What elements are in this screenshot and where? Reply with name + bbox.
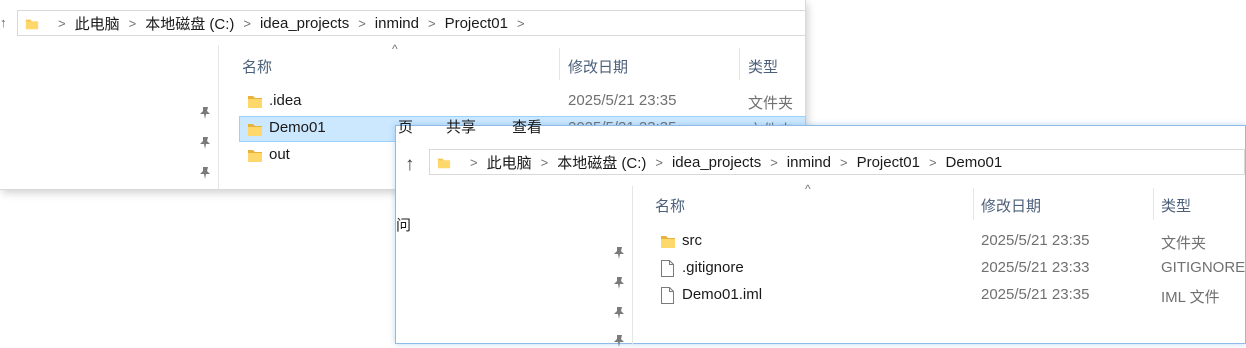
file-date: 2025/5/21 23:35 <box>981 286 1090 303</box>
breadcrumb-separator: > <box>839 154 848 170</box>
sort-caret-icon: ^ <box>805 182 811 196</box>
breadcrumb-this-pc[interactable]: 此电脑 <box>487 152 532 173</box>
pin-icon[interactable] <box>613 276 625 290</box>
file-date: 2025/5/21 23:35 <box>981 232 1090 249</box>
file-row[interactable]: .gitignore 2025/5/21 23:33 GITIGNORE <box>652 256 1246 282</box>
breadcrumb-separator: > <box>928 154 937 170</box>
breadcrumb-separator: > <box>128 15 137 31</box>
address-bar[interactable]: > 此电脑 > 本地磁盘 (C:) > idea_projects > inmi… <box>429 149 1245 175</box>
column-header-date[interactable]: 修改日期 <box>568 56 628 77</box>
breadcrumb-project01[interactable]: Project01 <box>857 154 920 171</box>
ribbon-tab-share[interactable]: 共享 <box>446 116 476 137</box>
nav-pane-fragment[interactable]: 问 <box>396 214 411 235</box>
folder-icon <box>25 19 39 29</box>
file-name: .idea <box>269 92 302 109</box>
folder-icon <box>437 158 451 168</box>
breadcrumb-separator: > <box>540 154 549 170</box>
breadcrumb-local-disk[interactable]: 本地磁盘 (C:) <box>145 13 234 34</box>
breadcrumb-idea-projects[interactable]: idea_projects <box>260 15 349 32</box>
file-row[interactable]: .idea 2025/5/21 23:35 文件夹 <box>239 89 806 115</box>
breadcrumb-project01[interactable]: Project01 <box>445 15 508 32</box>
pin-icon[interactable] <box>613 334 625 348</box>
file-type: 文件夹 <box>1161 235 1207 252</box>
ribbon-tab-view[interactable]: 查看 <box>512 116 542 137</box>
column-header-type[interactable]: 类型 <box>1161 195 1191 216</box>
file-date: 2025/5/21 23:33 <box>981 259 1090 276</box>
pin-icon[interactable] <box>199 106 211 120</box>
file-name: Demo01.iml <box>682 286 763 303</box>
file-type: 文件夹 <box>748 95 794 112</box>
column-header-type[interactable]: 类型 <box>748 56 778 77</box>
address-bar[interactable]: > 此电脑 > 本地磁盘 (C:) > idea_projects > inmi… <box>17 10 806 36</box>
pin-icon[interactable] <box>199 166 211 180</box>
file-icon <box>661 287 674 304</box>
pin-icon[interactable] <box>613 246 625 260</box>
explorer-window-demo01: 页 共享 查看 ↑ > 此电脑 > 本地磁盘 (C:) > idea_proje… <box>395 119 1246 347</box>
up-arrow-icon[interactable]: ↑ <box>0 15 7 30</box>
folder-icon <box>660 234 676 249</box>
breadcrumb-inmind[interactable]: inmind <box>375 15 419 32</box>
file-row[interactable]: src 2025/5/21 23:35 文件夹 <box>652 229 1246 255</box>
ribbon-tab-fragment[interactable]: 页 <box>398 116 413 137</box>
breadcrumb-separator: > <box>358 15 366 31</box>
file-icon <box>661 260 674 277</box>
breadcrumb-idea-projects[interactable]: idea_projects <box>672 154 761 171</box>
pin-icon[interactable] <box>613 306 625 320</box>
file-name: out <box>269 146 290 163</box>
breadcrumb-separator: > <box>58 15 66 31</box>
file-name: .gitignore <box>682 259 744 276</box>
breadcrumb-separator: > <box>655 154 663 170</box>
breadcrumb-this-pc[interactable]: 此电脑 <box>75 13 120 34</box>
breadcrumb-inmind[interactable]: inmind <box>787 154 831 171</box>
folder-icon <box>247 148 263 163</box>
file-date: 2025/5/21 23:35 <box>568 92 677 109</box>
breadcrumb-separator: > <box>243 15 251 31</box>
file-row[interactable]: Demo01.iml 2025/5/21 23:35 IML 文件 <box>652 283 1246 309</box>
file-name: Demo01 <box>269 119 326 136</box>
column-header-name[interactable]: 名称 <box>655 195 685 216</box>
column-header-name[interactable]: 名称 <box>242 56 272 77</box>
file-type: GITIGNORE <box>1161 259 1246 276</box>
breadcrumb-separator: > <box>770 154 778 170</box>
folder-icon <box>247 94 263 109</box>
breadcrumb-separator: > <box>427 15 436 31</box>
column-header-date[interactable]: 修改日期 <box>981 195 1041 216</box>
up-arrow-icon[interactable]: ↑ <box>405 154 415 176</box>
file-name: src <box>682 232 702 249</box>
file-type: IML 文件 <box>1161 289 1220 306</box>
breadcrumb-local-disk[interactable]: 本地磁盘 (C:) <box>557 152 646 173</box>
breadcrumb-separator: > <box>470 154 478 170</box>
folder-icon <box>247 122 263 137</box>
pin-icon[interactable] <box>199 136 211 150</box>
breadcrumb-separator[interactable]: > <box>517 16 525 31</box>
breadcrumb-demo01[interactable]: Demo01 <box>946 154 1003 171</box>
sort-caret-icon: ^ <box>392 42 398 56</box>
